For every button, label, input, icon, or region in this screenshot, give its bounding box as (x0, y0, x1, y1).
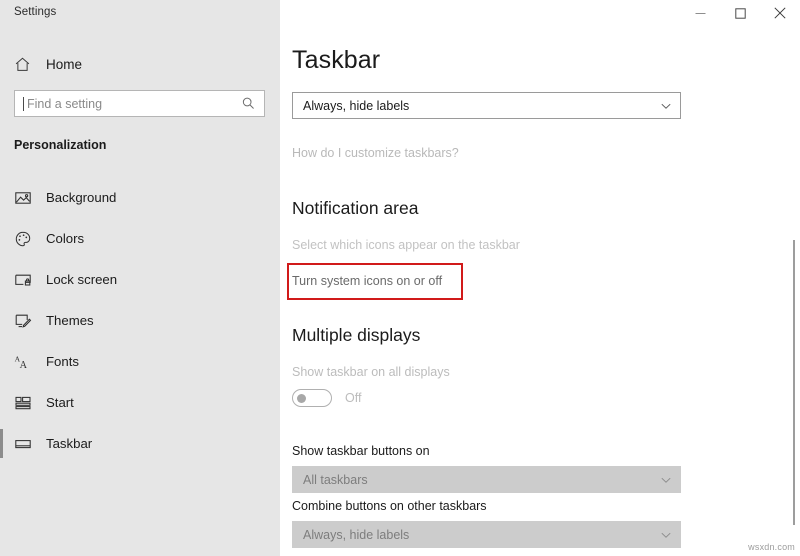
selection-indicator (0, 347, 3, 376)
search-icon[interactable] (241, 96, 256, 111)
sidebar-category-label: Personalization (14, 138, 106, 152)
taskbar-icon (14, 435, 32, 453)
sidebar-home-label: Home (46, 57, 82, 72)
selection-indicator (0, 183, 3, 212)
close-button[interactable] (760, 0, 800, 30)
sidebar-item-label: Themes (46, 313, 94, 328)
show-taskbar-all-displays-toggle[interactable] (292, 389, 332, 407)
selection-indicator (0, 224, 3, 253)
home-icon (14, 56, 31, 73)
sidebar-item-home[interactable]: Home (14, 52, 82, 76)
sidebar-item-themes[interactable]: Themes (0, 300, 280, 341)
selection-indicator (0, 388, 3, 417)
toggle-state-label: Off (345, 391, 361, 405)
settings-window: Settings Home Personalization (0, 0, 800, 556)
show-taskbar-buttons-label: Show taskbar buttons on (292, 444, 430, 458)
show-taskbar-buttons-dropdown[interactable]: All taskbars (292, 466, 681, 493)
dropdown-value: Always, hide labels (303, 528, 660, 542)
selection-indicator (0, 429, 3, 458)
search-input[interactable] (24, 91, 241, 116)
dropdown-value: All taskbars (303, 473, 660, 487)
multiple-displays-heading: Multiple displays (292, 325, 420, 346)
combine-buttons-dropdown[interactable]: Always, hide labels (292, 92, 681, 119)
sidebar-item-lock-screen[interactable]: Lock screen (0, 259, 280, 300)
sidebar-item-label: Colors (46, 231, 84, 246)
sidebar-item-label: Background (46, 190, 116, 205)
toggle-knob (297, 394, 306, 403)
selection-indicator (0, 306, 3, 335)
watermark: wsxdn.com (748, 542, 795, 552)
notification-area-heading: Notification area (292, 198, 418, 219)
combine-other-taskbars-dropdown[interactable]: Always, hide labels (292, 521, 681, 548)
minimize-button[interactable] (680, 0, 720, 30)
chevron-down-icon (660, 474, 672, 486)
sidebar: Settings Home Personalization (0, 0, 280, 556)
chevron-down-icon (660, 100, 672, 112)
maximize-icon (735, 6, 746, 24)
maximize-button[interactable] (720, 0, 760, 30)
turn-system-icons-link[interactable]: Turn system icons on or off (292, 274, 442, 288)
sidebar-item-colors[interactable]: Colors (0, 218, 280, 259)
sidebar-nav-list: Background Colors (0, 177, 280, 464)
image-icon (14, 189, 32, 207)
sidebar-item-label: Lock screen (46, 272, 117, 287)
sidebar-item-label: Fonts (46, 354, 79, 369)
select-icons-link[interactable]: Select which icons appear on the taskbar (292, 238, 520, 252)
sidebar-item-label: Start (46, 395, 74, 410)
dropdown-value: Always, hide labels (303, 99, 660, 113)
minimize-icon (695, 6, 706, 24)
combine-other-taskbars-label: Combine buttons on other taskbars (292, 499, 487, 513)
sidebar-item-fonts[interactable]: A A Fonts (0, 341, 280, 382)
start-grid-icon (14, 394, 32, 412)
palette-icon (14, 230, 32, 248)
sidebar-item-taskbar[interactable]: Taskbar (0, 423, 280, 464)
customize-taskbars-link[interactable]: How do I customize taskbars? (292, 146, 459, 160)
window-controls (680, 0, 800, 30)
fonts-icon: A A (14, 353, 32, 371)
page-title: Taskbar (292, 46, 380, 75)
brush-icon (14, 312, 32, 330)
vertical-scrollbar[interactable] (793, 240, 795, 525)
sidebar-item-start[interactable]: Start (0, 382, 280, 423)
main-content: Taskbar Always, hide labels How do I cus… (280, 0, 800, 556)
close-icon (774, 6, 786, 24)
chevron-down-icon (660, 529, 672, 541)
sidebar-item-label: Taskbar (46, 436, 92, 451)
app-title: Settings (14, 6, 56, 18)
show-taskbar-all-displays-toggle-row: Off (292, 389, 361, 407)
sidebar-item-background[interactable]: Background (0, 177, 280, 218)
show-taskbar-all-displays-label: Show taskbar on all displays (292, 365, 450, 379)
svg-text:A: A (20, 360, 28, 371)
lock-screen-icon (14, 271, 32, 289)
selection-indicator (0, 265, 3, 294)
search-box[interactable] (14, 90, 265, 117)
